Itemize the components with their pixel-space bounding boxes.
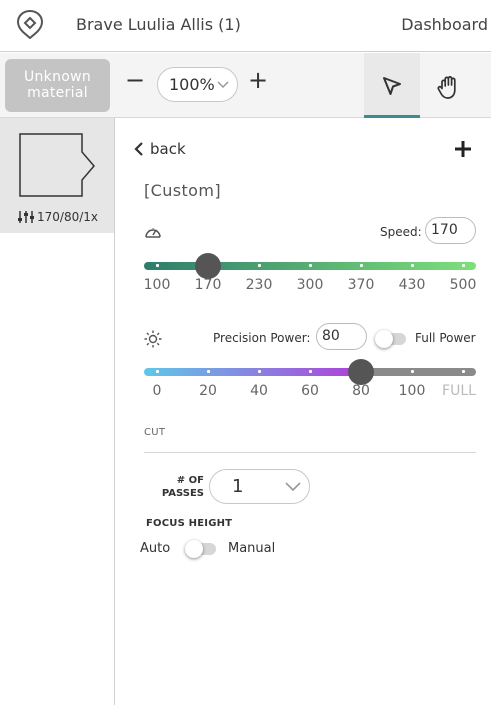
logo-icon — [16, 9, 44, 39]
focus-manual-label: Manual — [228, 541, 276, 556]
power-tick-label: 100 — [398, 383, 426, 399]
power-tick-label: FULL — [442, 383, 476, 399]
power-tick-mark — [308, 370, 312, 373]
speed-tick-label: 300 — [296, 277, 324, 293]
power-tick-labels: 0 20 40 60 80 100 FULL — [144, 383, 476, 403]
full-power-toggle[interactable] — [375, 330, 406, 348]
zoom-in-button[interactable]: + — [247, 68, 269, 92]
preset-name: [Custom] — [144, 181, 221, 200]
speed-input[interactable]: 170 — [425, 217, 476, 244]
chevron-left-icon — [134, 142, 143, 156]
power-tick-label: 40 — [250, 383, 268, 399]
sun-icon — [144, 330, 162, 348]
power-tick-label: 0 — [152, 383, 162, 399]
power-tick-mark — [257, 370, 261, 373]
power-tick-label: 20 — [199, 383, 217, 399]
zoom-value: 100% — [169, 75, 215, 94]
speedometer-icon — [145, 228, 161, 238]
speed-tick-mark — [155, 264, 159, 267]
sliders-icon — [18, 211, 34, 223]
layer-shape-thumbnail — [19, 133, 95, 197]
passes-select[interactable]: 1 — [209, 469, 310, 504]
back-label: back — [150, 140, 186, 158]
power-tick-label: 60 — [301, 383, 319, 399]
power-tick-mark — [461, 370, 465, 373]
power-input[interactable]: 80 — [316, 323, 367, 350]
speed-tick-labels: 100 170 230 300 370 430 500 — [143, 277, 477, 297]
pan-tool-button[interactable] — [420, 53, 476, 118]
chevron-down-icon — [285, 482, 301, 492]
speed-tick-label: 500 — [449, 277, 477, 293]
focus-height-label: FOCUS HEIGHT — [146, 518, 233, 529]
material-button[interactable]: Unknown material — [5, 59, 110, 112]
app-header: Brave Luulia Allis (1) Dashboard — [0, 0, 491, 52]
toggle-thumb — [185, 540, 203, 558]
focus-mode-toggle[interactable] — [185, 540, 216, 558]
speed-tick-mark — [308, 264, 312, 267]
speed-tick-mark — [359, 264, 363, 267]
speed-tick-mark — [461, 264, 465, 267]
power-tick-mark — [410, 370, 414, 373]
speed-tick-label: 430 — [398, 277, 426, 293]
layer-meta-text: 170/80/1x — [37, 210, 98, 224]
layer-card[interactable]: 170/80/1x — [0, 118, 114, 233]
speed-tick-label: 230 — [245, 277, 273, 293]
speed-tick-mark — [410, 264, 414, 267]
pointer-icon — [383, 77, 401, 95]
speed-slider-knob[interactable] — [195, 253, 221, 279]
speed-tick-mark — [257, 264, 261, 267]
dashboard-link[interactable]: Dashboard — [401, 15, 488, 34]
hand-icon — [437, 76, 456, 99]
speed-tick-label: 170 — [194, 277, 222, 293]
layers-panel: 170/80/1x — [0, 118, 115, 705]
select-tool-button[interactable] — [364, 53, 420, 118]
project-title: Brave Luulia Allis (1) — [76, 15, 241, 34]
divider — [144, 452, 476, 453]
back-button[interactable]: back — [134, 140, 186, 158]
power-label: Precision Power: — [213, 331, 311, 345]
settings-panel: back [Custom] Speed: 170 100 170 230 300 370… — [116, 118, 491, 705]
cut-label: CUT — [144, 427, 166, 438]
material-label: Unknown material — [23, 69, 92, 101]
chevron-down-icon — [217, 81, 229, 89]
toggle-thumb — [375, 330, 393, 348]
passes-label-line1: # OF — [176, 475, 204, 486]
speed-tick-label: 370 — [347, 277, 375, 293]
full-power-label: Full Power — [415, 331, 476, 345]
zoom-out-button[interactable]: − — [124, 68, 146, 92]
speed-tick-label: 100 — [143, 277, 171, 293]
power-tick-label: 80 — [352, 383, 370, 399]
toolbar: Unknown material − 100% + — [0, 53, 491, 118]
power-tick-mark — [206, 370, 210, 373]
passes-label-line2: PASSES — [161, 488, 204, 499]
layer-settings-summary: 170/80/1x — [18, 210, 98, 224]
passes-label: # OF PASSES — [160, 474, 204, 500]
power-slider-knob[interactable] — [348, 359, 374, 385]
focus-auto-label: Auto — [140, 541, 171, 556]
power-tick-mark — [155, 370, 159, 373]
passes-value: 1 — [232, 476, 244, 497]
add-icon[interactable] — [454, 140, 472, 158]
speed-label: Speed: — [380, 225, 422, 239]
zoom-select[interactable]: 100% — [157, 67, 238, 102]
